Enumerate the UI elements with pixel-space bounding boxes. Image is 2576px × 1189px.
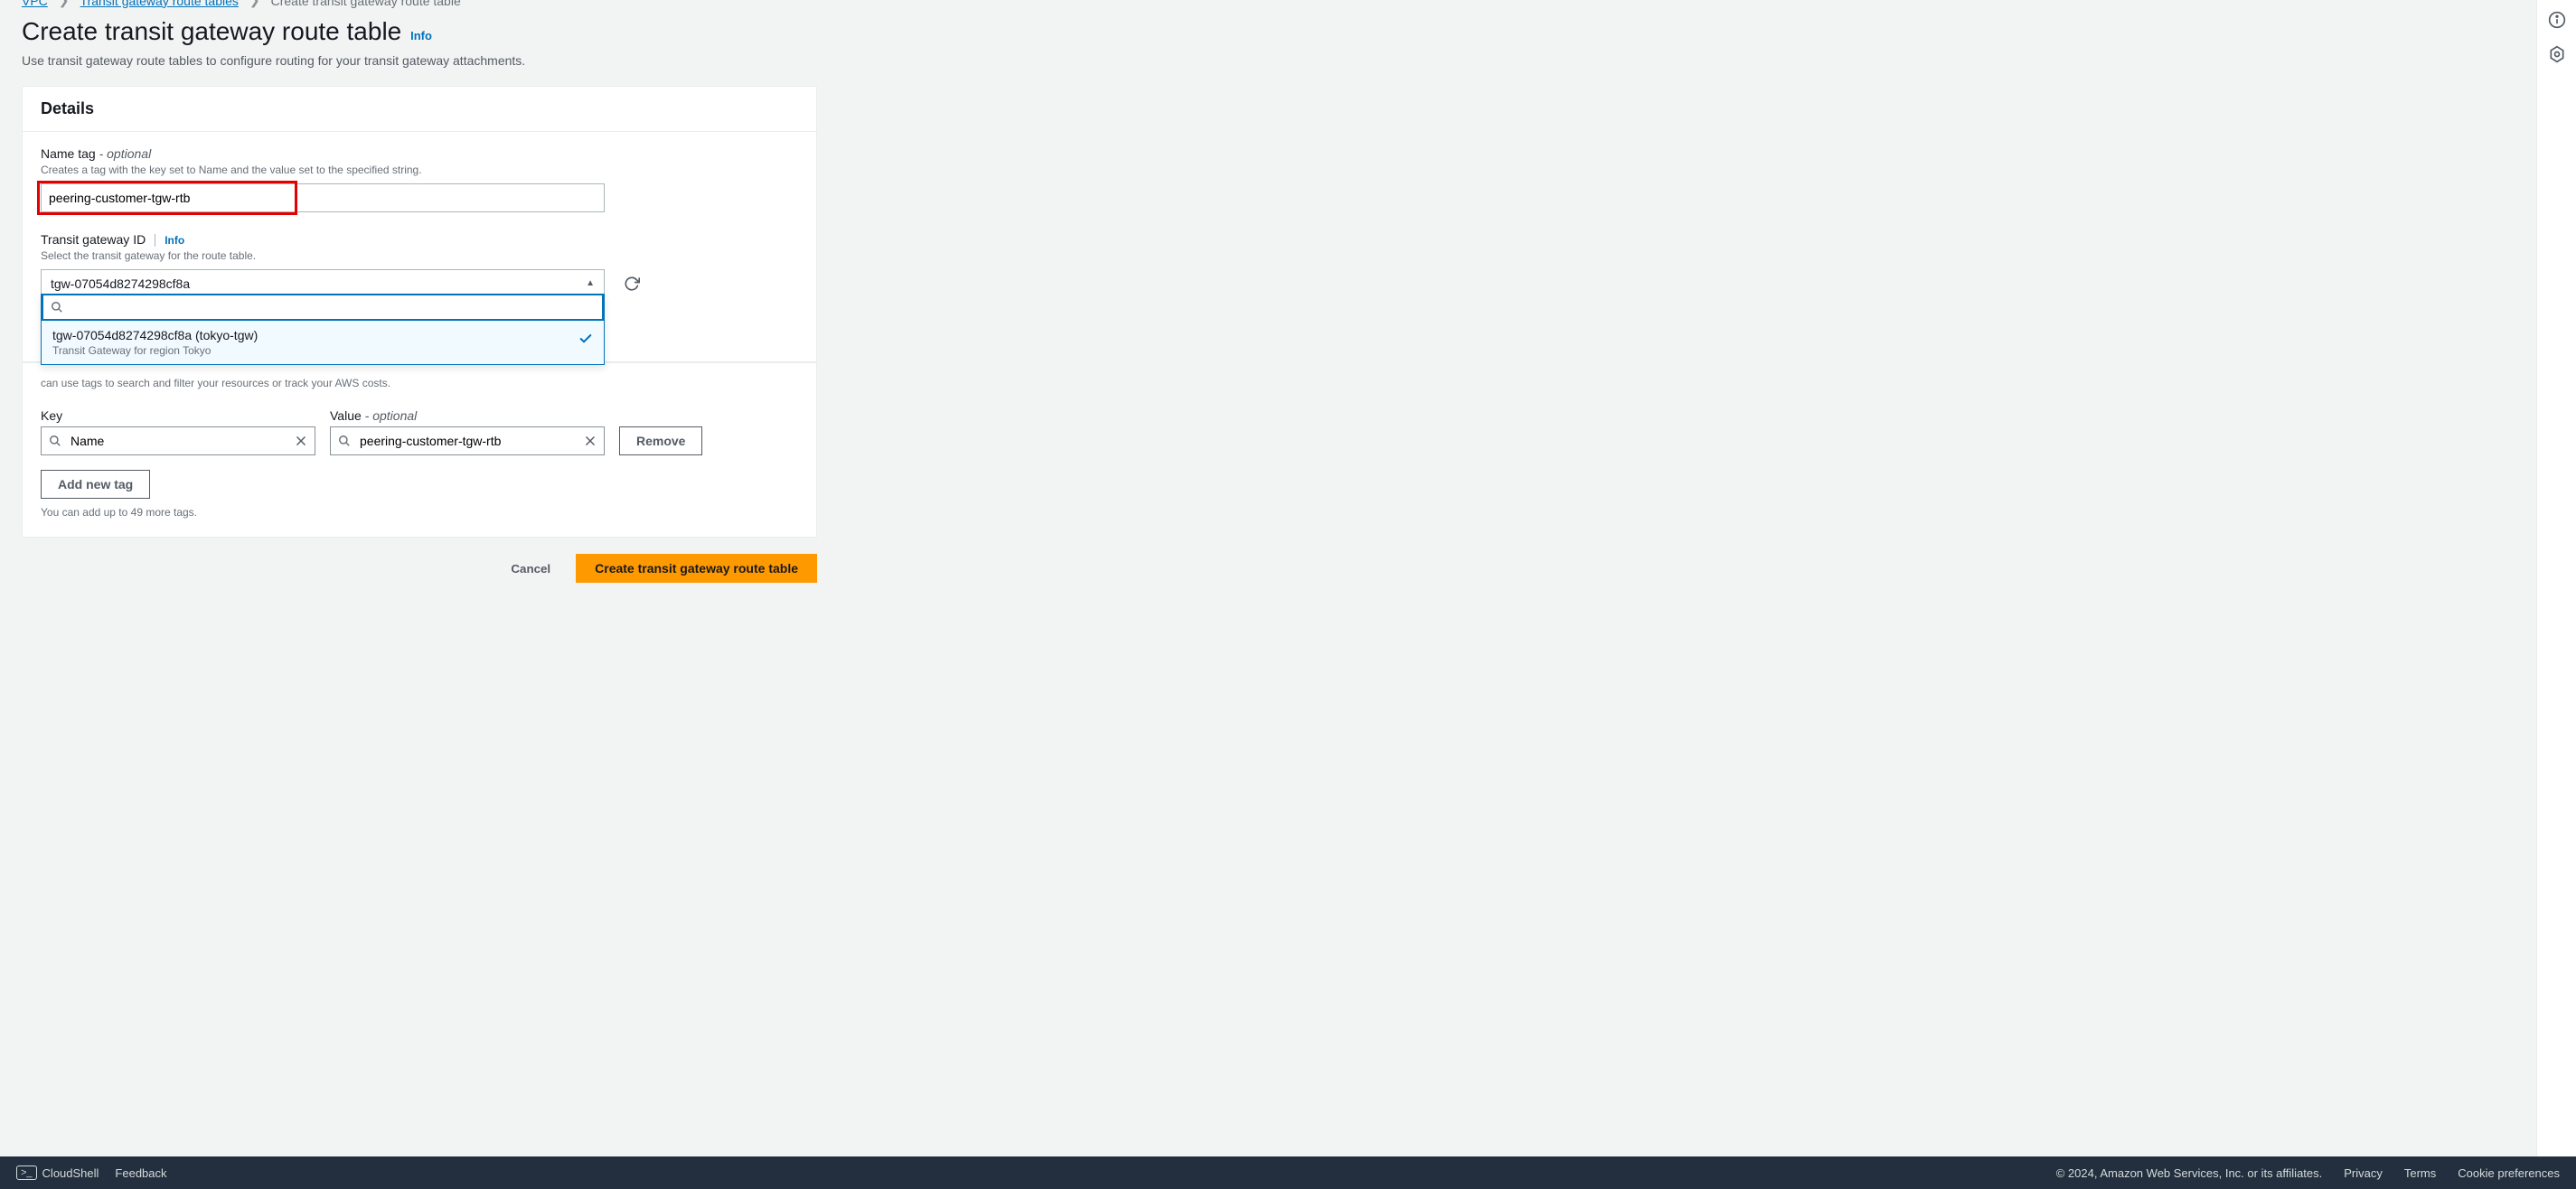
settings-gear-icon[interactable]: [2548, 45, 2566, 63]
tags-help-text: can use tags to search and filter your r…: [41, 377, 390, 389]
page-subtitle: Use transit gateway route tables to conf…: [22, 53, 1352, 68]
breadcrumb-vpc[interactable]: VPC: [22, 0, 48, 8]
tag-value-header: Value: [330, 408, 362, 423]
footer-copyright: © 2024, Amazon Web Services, Inc. or its…: [2056, 1166, 2323, 1180]
side-icon-rail: [2536, 0, 2576, 1156]
dropdown-search[interactable]: [42, 294, 604, 321]
tgw-id-dropdown: tgw-07054d8274298cf8a (tokyo-tgw) Transi…: [41, 294, 605, 365]
info-panel-icon[interactable]: [2548, 11, 2566, 29]
dropdown-option-description: Transit Gateway for region Tokyo: [52, 344, 258, 357]
info-link-header[interactable]: Info: [410, 29, 432, 42]
add-new-tag-button[interactable]: Add new tag: [41, 470, 150, 499]
tag-value-optional: - optional: [362, 408, 417, 423]
search-icon: [338, 435, 351, 447]
tag-key-input[interactable]: [69, 433, 289, 449]
footer-bar: >_ CloudShell Feedback © 2024, Amazon We…: [0, 1156, 2576, 1189]
tag-value-input[interactable]: [358, 433, 578, 449]
tag-key-input-wrap[interactable]: [41, 426, 315, 455]
info-link-tgw[interactable]: Info: [165, 234, 184, 247]
cancel-button[interactable]: Cancel: [496, 554, 565, 583]
breadcrumb-route-tables[interactable]: Transit gateway route tables: [80, 0, 239, 8]
cloudshell-button[interactable]: >_ CloudShell: [16, 1166, 99, 1180]
details-panel: Details Name tag - optional Creates a ta…: [22, 86, 817, 362]
tag-key-header: Key: [41, 408, 315, 423]
tags-limit-text: You can add up to 49 more tags.: [41, 506, 798, 519]
page-title: Create transit gateway route table: [22, 17, 401, 46]
clear-icon[interactable]: [295, 435, 307, 447]
check-icon: [578, 332, 593, 346]
name-tag-label: Name tag: [41, 146, 96, 161]
create-button[interactable]: Create transit gateway route table: [576, 554, 817, 583]
search-icon: [51, 301, 63, 314]
tag-value-input-wrap[interactable]: [330, 426, 605, 455]
clear-icon[interactable]: [584, 435, 597, 447]
details-panel-title: Details: [41, 99, 94, 117]
breadcrumb: VPC ❯ Transit gateway route tables ❯ Cre…: [22, 0, 1352, 8]
chevron-right-icon: ❯: [59, 0, 70, 8]
feedback-link[interactable]: Feedback: [115, 1166, 166, 1180]
breadcrumb-current: Create transit gateway route table: [271, 0, 461, 8]
cloudshell-label: CloudShell: [42, 1166, 99, 1180]
privacy-link[interactable]: Privacy: [2344, 1166, 2383, 1180]
terms-link[interactable]: Terms: [2404, 1166, 2436, 1180]
name-tag-input[interactable]: [41, 183, 605, 212]
action-row: Cancel Create transit gateway route tabl…: [22, 554, 817, 583]
remove-tag-button[interactable]: Remove: [619, 426, 702, 455]
chevron-right-icon: ❯: [249, 0, 260, 8]
search-icon: [49, 435, 61, 447]
name-tag-help: Creates a tag with the key set to Name a…: [41, 163, 798, 178]
dropdown-option-tokyo-tgw[interactable]: tgw-07054d8274298cf8a (tokyo-tgw) Transi…: [42, 321, 604, 364]
name-tag-optional: - optional: [96, 146, 151, 161]
tgw-id-help: Select the transit gateway for the route…: [41, 248, 798, 264]
caret-up-icon: ▲: [586, 278, 595, 288]
cookie-preferences-link[interactable]: Cookie preferences: [2458, 1166, 2560, 1180]
cloudshell-icon: >_: [16, 1166, 37, 1180]
tgw-id-selected-value: tgw-07054d8274298cf8a: [51, 276, 190, 291]
tags-panel: can use tags to search and filter your r…: [22, 362, 817, 538]
refresh-icon: [624, 276, 640, 292]
dropdown-option-label: tgw-07054d8274298cf8a (tokyo-tgw): [52, 328, 258, 342]
tgw-id-label: Transit gateway ID: [41, 232, 146, 247]
refresh-button[interactable]: [621, 273, 643, 295]
dropdown-search-input[interactable]: [71, 299, 595, 315]
